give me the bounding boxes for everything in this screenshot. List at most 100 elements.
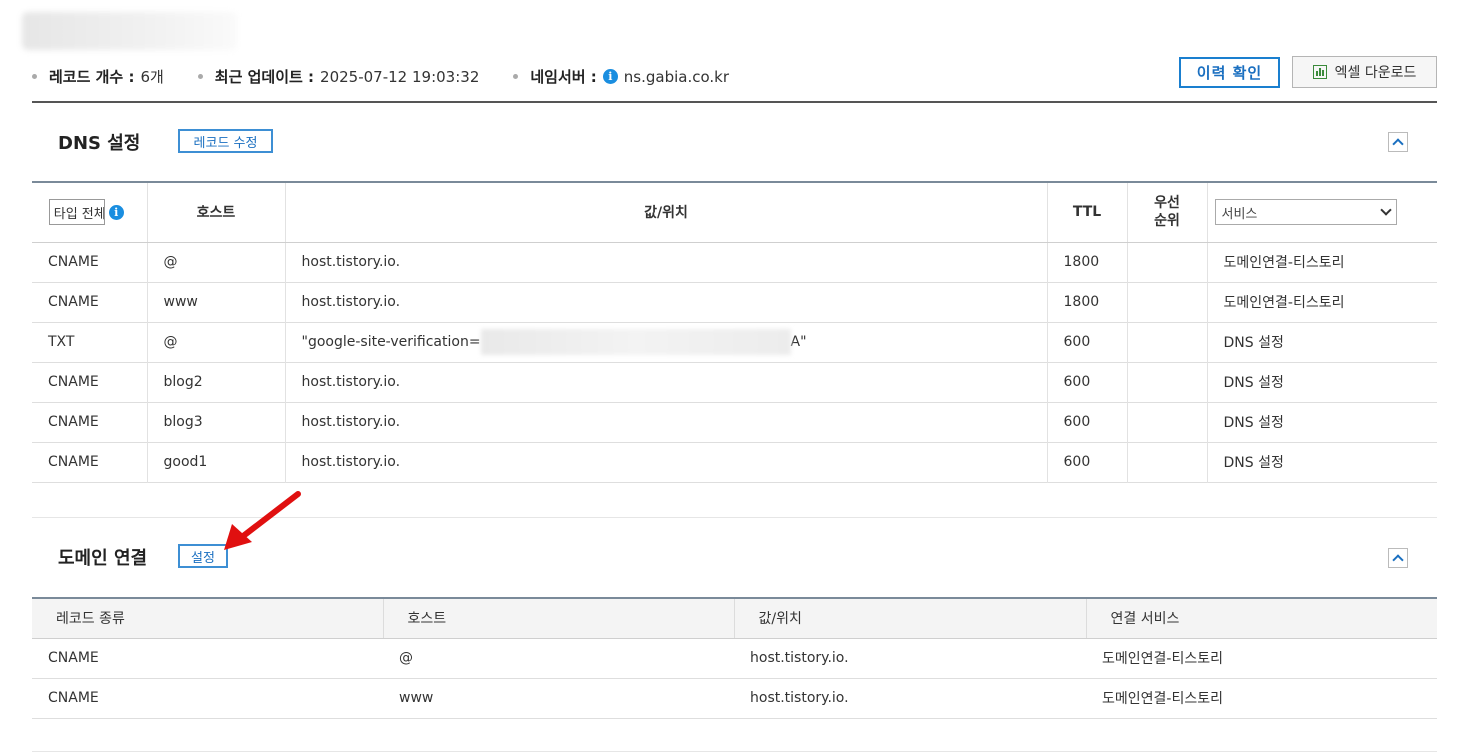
record-count-value: 6개 [140, 68, 164, 86]
blurred-domain-title [22, 12, 237, 50]
record-host: @ [147, 242, 286, 282]
record-service: 도메인연결-티스토리 [1102, 651, 1223, 667]
record-value: host.tistory.io. [750, 690, 849, 706]
dns-records-table: 타입 전체 i 호스트 값/위치 TTL 우선 순위 서비스 CNAME @ h… [32, 181, 1437, 483]
edit-records-button[interactable]: 레코드 수정 [178, 129, 273, 153]
record-priority [1127, 282, 1208, 322]
record-host: @ [147, 322, 286, 362]
table-header-row: 타입 전체 i 호스트 값/위치 TTL 우선 순위 서비스 [32, 182, 1437, 243]
record-service: DNS 설정 [1223, 335, 1284, 351]
record-service: 도메인연결-티스토리 [1102, 691, 1223, 707]
record-value: host.tistory.io. [285, 402, 1048, 442]
service-column-header: 연결 서비스 [1086, 598, 1437, 639]
nameserver-value: ns.gabia.co.kr [623, 67, 730, 86]
last-update-label: 최근 업데이트 : [214, 68, 315, 86]
record-priority [1127, 362, 1208, 402]
chevron-up-icon [1392, 554, 1404, 566]
domain-link-section-title: 도메인 연결 [58, 548, 148, 569]
table-header-row: 레코드 종류 호스트 값/위치 연결 서비스 [32, 598, 1437, 639]
redacted-value [480, 329, 791, 355]
annotation-arrow-icon [224, 491, 301, 550]
host-column-header: 호스트 [383, 598, 735, 639]
record-ttl: 600 [1047, 322, 1128, 362]
excel-chart-icon [1312, 65, 1327, 79]
last-update-value: 2025-07-12 19:03:32 [320, 67, 480, 86]
table-row: CNAME www host.tistory.io. 도메인연결-티스토리 [32, 678, 1437, 718]
value-column-header: 값/위치 [734, 598, 1087, 639]
record-count: 레코드 개수 : 6개 [32, 66, 164, 87]
host-column-header: 호스트 [147, 182, 286, 243]
record-value: host.tistory.io. [285, 282, 1048, 322]
bullet-icon [32, 74, 37, 79]
record-host: @ [399, 650, 413, 666]
bullet-icon [513, 74, 519, 79]
domain-link-table: 레코드 종류 호스트 값/위치 연결 서비스 CNAME @ host.tist… [32, 597, 1437, 719]
record-ttl: 600 [1047, 402, 1128, 442]
table-row: CNAME blog2 host.tistory.io. 600 DNS 설정 [32, 362, 1437, 402]
info-icon[interactable]: i [108, 204, 124, 220]
priority-header-line1: 우선 [1154, 195, 1180, 212]
table-row: CNAME @ host.tistory.io. 도메인연결-티스토리 [32, 638, 1437, 678]
record-value-prefix: "google-site-verification= [301, 334, 481, 350]
record-value: host.tistory.io. [285, 362, 1048, 402]
service-filter-select[interactable]: 서비스 [1214, 199, 1397, 226]
record-ttl: 1800 [1047, 282, 1128, 322]
priority-header-line2: 순위 [1154, 213, 1180, 230]
record-value: "google-site-verification= A" [285, 322, 1048, 362]
dns-section-title: DNS 설정 [58, 133, 141, 154]
nameserver-label: 네임서버 : [530, 68, 597, 86]
record-value: host.tistory.io. [750, 650, 849, 666]
table-row: CNAME www host.tistory.io. 1800 도메인연결-티스… [32, 282, 1437, 322]
record-type: TXT [32, 322, 148, 362]
chevron-down-icon [1379, 204, 1392, 216]
history-button[interactable]: 이력 확인 [1179, 57, 1280, 88]
bottom-divider [32, 751, 1437, 752]
table-row: TXT @ "google-site-verification= A" 600 D… [32, 322, 1437, 362]
record-value: host.tistory.io. [285, 242, 1048, 282]
record-host: blog2 [147, 362, 286, 402]
record-type: CNAME [32, 362, 148, 402]
value-column-header: 값/위치 [285, 182, 1048, 243]
chevron-up-icon [1392, 138, 1404, 150]
record-host: blog3 [147, 402, 286, 442]
type-column-header: 타입 전체 i [32, 182, 148, 243]
table-row: CNAME good1 host.tistory.io. 600 DNS 설정 [32, 442, 1437, 482]
info-icon[interactable]: i [602, 69, 618, 84]
record-type: CNAME [32, 282, 148, 322]
record-ttl: 600 [1047, 362, 1128, 402]
record-service: 도메인연결-티스토리 [1223, 295, 1345, 311]
record-priority [1127, 402, 1208, 442]
record-host: good1 [147, 442, 286, 482]
type-filter-select[interactable]: 타입 전체 [48, 199, 105, 226]
record-priority [1127, 442, 1208, 482]
last-update: 최근 업데이트 : 2025-07-12 19:03:32 [197, 66, 480, 87]
record-host: www [399, 690, 434, 706]
record-value: host.tistory.io. [285, 442, 1048, 482]
record-host: www [147, 282, 286, 322]
record-ttl: 600 [1047, 442, 1128, 482]
nameserver: 네임서버 : i ns.gabia.co.kr [513, 66, 729, 87]
record-type: CNAME [48, 650, 99, 666]
service-column-header: 서비스 [1207, 182, 1437, 243]
priority-column-header: 우선 순위 [1127, 182, 1208, 243]
record-type: CNAME [32, 442, 148, 482]
record-type: CNAME [48, 690, 99, 706]
record-value-suffix: A" [790, 334, 807, 350]
record-summary: 레코드 개수 : 6개 최근 업데이트 : 2025-07-12 19:03:3… [32, 66, 729, 87]
collapse-dns-button[interactable] [1388, 132, 1408, 152]
record-service: DNS 설정 [1223, 415, 1284, 431]
record-priority [1127, 322, 1208, 362]
table-row: CNAME @ host.tistory.io. 1800 도메인연결-티스토리 [32, 242, 1437, 282]
collapse-domain-link-button[interactable] [1388, 548, 1408, 568]
record-service: DNS 설정 [1223, 455, 1284, 471]
record-service: 도메인연결-티스토리 [1223, 255, 1345, 271]
excel-download-button[interactable]: 엑셀 다운로드 [1292, 56, 1437, 88]
ttl-column-header: TTL [1047, 182, 1128, 243]
record-type-column-header: 레코드 종류 [32, 598, 384, 639]
bullet-icon [197, 74, 203, 79]
record-type: CNAME [32, 402, 148, 442]
excel-download-label: 엑셀 다운로드 [1334, 65, 1417, 81]
table-row: CNAME blog3 host.tistory.io. 600 DNS 설정 [32, 402, 1437, 442]
record-service: DNS 설정 [1223, 375, 1284, 391]
record-type: CNAME [32, 242, 148, 282]
